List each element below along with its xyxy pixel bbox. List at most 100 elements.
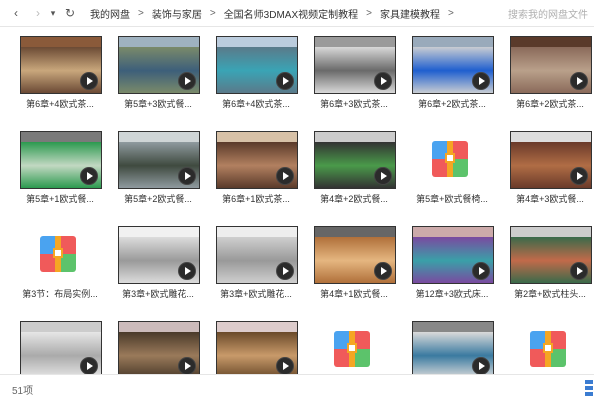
file-name: 第5章+欧式餐椅... <box>416 194 488 204</box>
video-file-tile[interactable]: 第3章+欧式雕花... <box>118 226 216 306</box>
breadcrumb-item[interactable]: 我的网盘 <box>88 6 132 21</box>
video-file-tile[interactable]: 第4章+1欧式餐... <box>314 226 412 306</box>
breadcrumb-separator: > <box>209 7 216 19</box>
archive-icon <box>530 331 566 367</box>
breadcrumb-item[interactable]: 装饰与家居 <box>150 6 204 21</box>
file-name: 第6章+4欧式茶... <box>222 99 290 109</box>
play-icon <box>178 262 196 280</box>
breadcrumb-separator: > <box>447 7 454 19</box>
search-input[interactable]: 搜索我的网盘文件 <box>508 0 594 26</box>
play-icon <box>276 167 294 185</box>
video-file-tile[interactable]: 第5章+1欧式餐... <box>20 131 118 211</box>
file-name: 第4章+3欧式餐... <box>516 194 584 204</box>
video-thumbnail <box>412 226 494 284</box>
archive-file-tile[interactable] <box>314 321 412 374</box>
file-name: 第3章+欧式雕花... <box>122 289 194 299</box>
breadcrumb-item[interactable]: 全国名师3DMAX视频定制教程 <box>222 6 360 21</box>
chevron-right-icon[interactable]: › <box>30 4 46 22</box>
play-icon <box>276 262 294 280</box>
search-placeholder: 搜索我的网盘文件 <box>508 9 588 21</box>
video-thumbnail <box>118 36 200 94</box>
status-bar: 51项 <box>0 374 594 402</box>
play-icon <box>80 357 98 374</box>
video-file-tile[interactable]: 第4章+2欧式餐... <box>314 131 412 211</box>
video-file-tile[interactable] <box>412 321 510 374</box>
video-file-tile[interactable] <box>216 321 314 374</box>
video-thumbnail <box>510 131 592 189</box>
play-icon <box>178 72 196 90</box>
file-name: 第6章+3欧式茶... <box>320 99 388 109</box>
video-file-tile[interactable]: 第6章+4欧式茶... <box>20 36 118 116</box>
archive-file-tile[interactable] <box>510 321 594 374</box>
breadcrumb-separator: > <box>138 7 144 19</box>
breadcrumb: 我的网盘 > 装饰与家居 > 全国名师3DMAX视频定制教程 > 家具建模教程 … <box>88 0 460 26</box>
play-icon <box>570 167 588 185</box>
video-thumbnail <box>20 321 102 374</box>
video-file-tile[interactable]: 第6章+1欧式茶... <box>216 131 314 211</box>
play-icon <box>374 167 392 185</box>
video-thumbnail <box>216 226 298 284</box>
scrollbar[interactable] <box>587 26 594 374</box>
item-count: 51项 <box>12 386 34 397</box>
archive-icon <box>334 331 370 367</box>
file-name: 第4章+2欧式餐... <box>320 194 388 204</box>
play-icon <box>178 167 196 185</box>
play-icon <box>374 72 392 90</box>
archive-icon <box>40 236 76 272</box>
play-icon <box>80 167 98 185</box>
file-name: 第12章+3欧式床... <box>415 289 489 299</box>
chevron-left-icon[interactable]: ‹ <box>8 4 24 22</box>
video-thumbnail <box>412 321 494 374</box>
video-thumbnail <box>216 321 298 374</box>
video-file-tile[interactable]: 第3章+欧式雕花... <box>216 226 314 306</box>
archive-file-tile[interactable]: 第5章+欧式餐椅... <box>412 131 510 211</box>
video-thumbnail <box>118 321 200 374</box>
video-thumbnail <box>118 131 200 189</box>
video-thumbnail <box>216 36 298 94</box>
video-file-tile[interactable]: 第6章+2欧式茶... <box>412 36 510 116</box>
video-thumbnail <box>216 131 298 189</box>
video-thumbnail <box>314 131 396 189</box>
file-name: 第5章+3欧式餐... <box>124 99 192 109</box>
video-file-tile[interactable] <box>118 321 216 374</box>
play-icon <box>472 357 490 374</box>
play-icon <box>80 72 98 90</box>
video-file-tile[interactable]: 第6章+4欧式茶... <box>216 36 314 116</box>
grid-view-icon[interactable] <box>585 380 593 396</box>
video-file-tile[interactable]: 第5章+2欧式餐... <box>118 131 216 211</box>
archive-file-tile[interactable]: 第3节：布局实例... <box>20 226 118 306</box>
video-file-tile[interactable]: 第6章+3欧式茶... <box>314 36 412 116</box>
play-icon <box>570 262 588 280</box>
play-icon <box>472 72 490 90</box>
file-name: 第2章+欧式柱头... <box>514 289 586 299</box>
play-icon <box>570 72 588 90</box>
file-grid: 第6章+4欧式茶... 第5章+3欧式餐... 第6章+4欧式茶... 第6章+3欧式… <box>0 26 594 374</box>
play-icon <box>276 357 294 374</box>
video-file-tile[interactable]: 第5章+3欧式餐... <box>118 36 216 116</box>
chevron-down-icon[interactable]: ▾ <box>47 4 59 22</box>
video-thumbnail <box>510 36 592 94</box>
toolbar: ‹ › ▾ ↻ 我的网盘 > 装饰与家居 > 全国名师3DMAX视频定制教程 >… <box>0 0 594 27</box>
refresh-icon[interactable]: ↻ <box>62 4 78 22</box>
video-file-tile[interactable]: 第2章+欧式柱头... <box>510 226 594 306</box>
video-file-tile[interactable]: 第4章+3欧式餐... <box>510 131 594 211</box>
file-name: 第3节：布局实例... <box>22 289 98 299</box>
breadcrumb-separator: > <box>366 7 372 19</box>
video-thumbnail <box>510 226 592 284</box>
breadcrumb-item[interactable]: 家具建模教程 <box>378 6 442 21</box>
video-thumbnail <box>20 36 102 94</box>
play-icon <box>178 357 196 374</box>
video-thumbnail <box>412 36 494 94</box>
file-name: 第6章+2欧式茶... <box>516 99 584 109</box>
file-name: 第6章+1欧式茶... <box>222 194 290 204</box>
file-name: 第3章+欧式雕花... <box>220 289 292 299</box>
play-icon <box>276 72 294 90</box>
video-thumbnail <box>118 226 200 284</box>
video-file-tile[interactable] <box>20 321 118 374</box>
file-name: 第5章+2欧式餐... <box>124 194 192 204</box>
video-file-tile[interactable]: 第6章+2欧式茶... <box>510 36 594 116</box>
video-thumbnail <box>20 131 102 189</box>
file-name: 第5章+1欧式餐... <box>26 194 94 204</box>
video-file-tile[interactable]: 第12章+3欧式床... <box>412 226 510 306</box>
play-icon <box>374 262 392 280</box>
